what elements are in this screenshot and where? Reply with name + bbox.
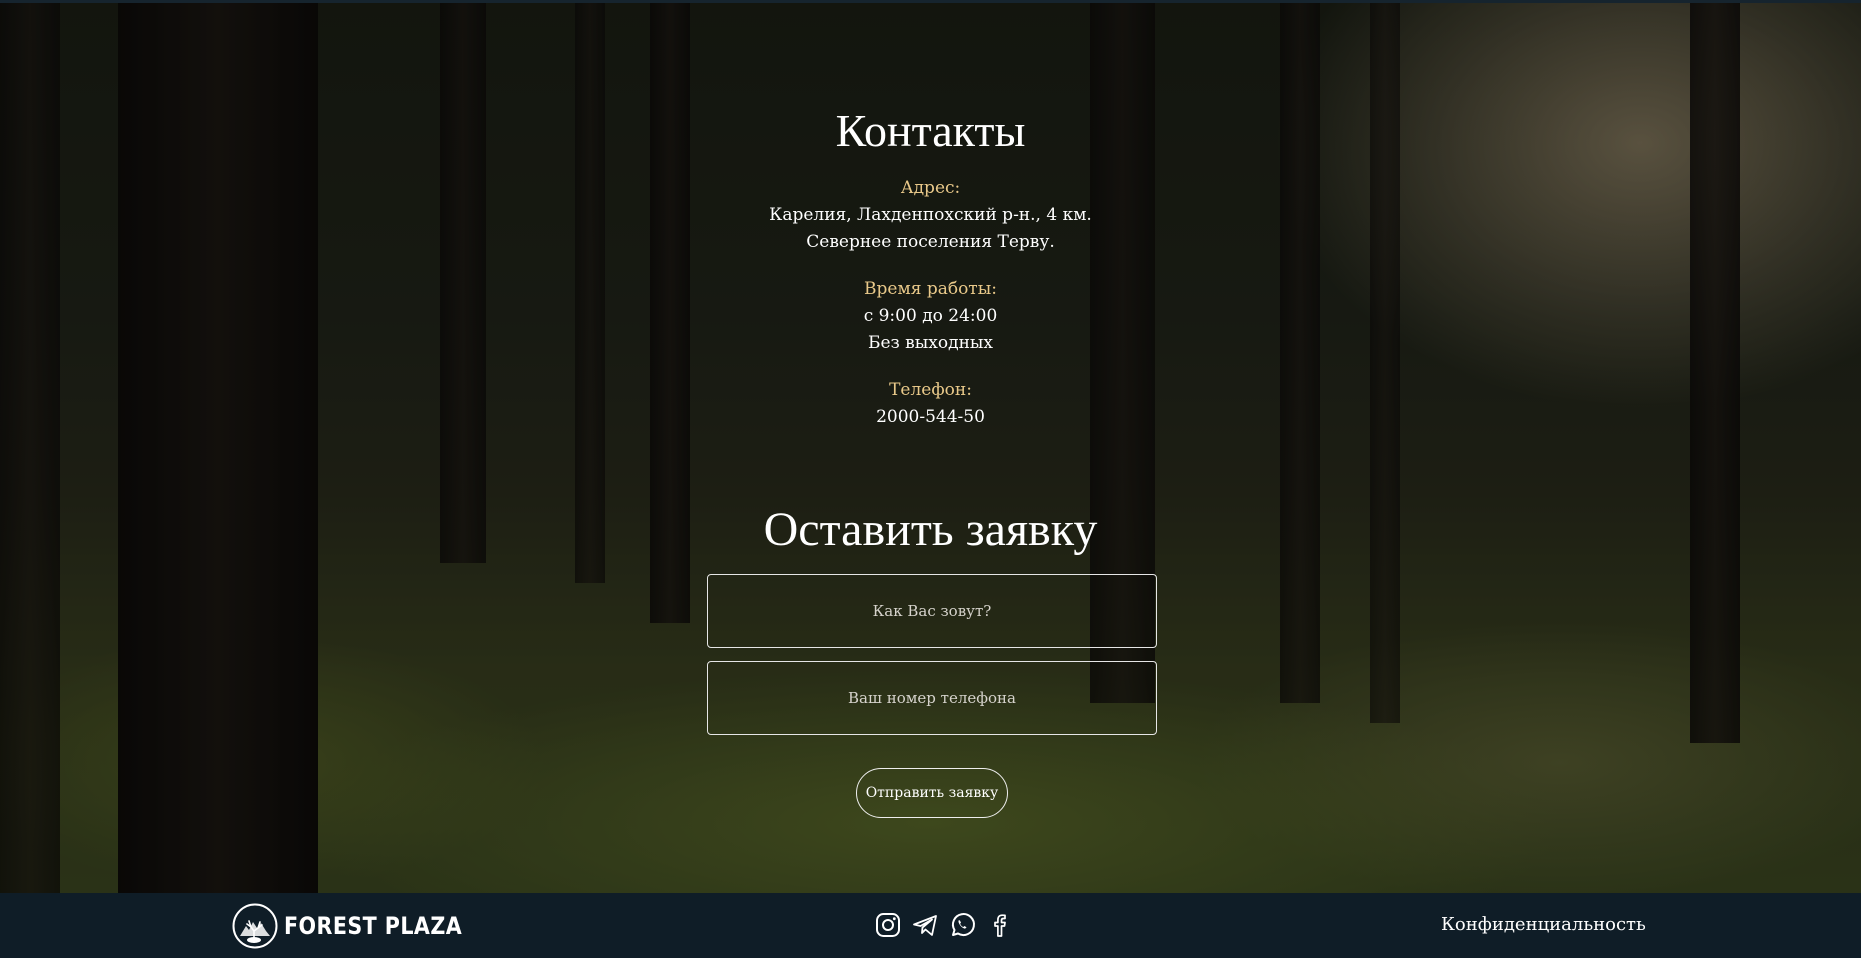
phone-label: Телефон: [889,380,972,400]
footer: FOREST PLAZA Конфиденциальность [0,893,1861,958]
hours-line-2: Без выходных [867,333,994,353]
hours-label: Время работы: [864,279,997,299]
social-links [874,911,1013,939]
telegram-icon[interactable] [911,911,939,939]
request-form-title: Оставить заявку [763,503,1098,556]
forest-plaza-logo[interactable]: FOREST PLAZA [232,903,491,949]
whatsapp-icon[interactable] [948,911,976,939]
name-input[interactable] [707,574,1157,648]
contacts-title: Контакты [835,105,1026,156]
phone-block: Телефон: 2000-544-50 [0,377,1861,431]
address-label: Адрес: [900,178,961,198]
privacy-link[interactable]: Конфиденциальность [1441,914,1646,935]
submit-request-button[interactable]: Отправить заявку [856,768,1008,818]
hours-block: Время работы: с 9:00 до 24:00 Без выходн… [0,276,1861,357]
instagram-icon[interactable] [874,911,902,939]
deer-logo-icon [232,903,278,949]
address-block: Адрес: Карелия, Лахденпохский р-н., 4 км… [0,175,1861,256]
address-line-1: Карелия, Лахденпохский р-н., 4 км. [769,205,1092,225]
hours-line-1: с 9:00 до 24:00 [863,306,998,326]
phone-input[interactable] [707,661,1157,735]
facebook-icon[interactable] [985,911,1013,939]
phone-value: 2000-544-50 [876,407,985,427]
address-line-2: Севернее поселения Терву. [806,232,1055,252]
logo-text: FOREST PLAZA [284,912,463,940]
